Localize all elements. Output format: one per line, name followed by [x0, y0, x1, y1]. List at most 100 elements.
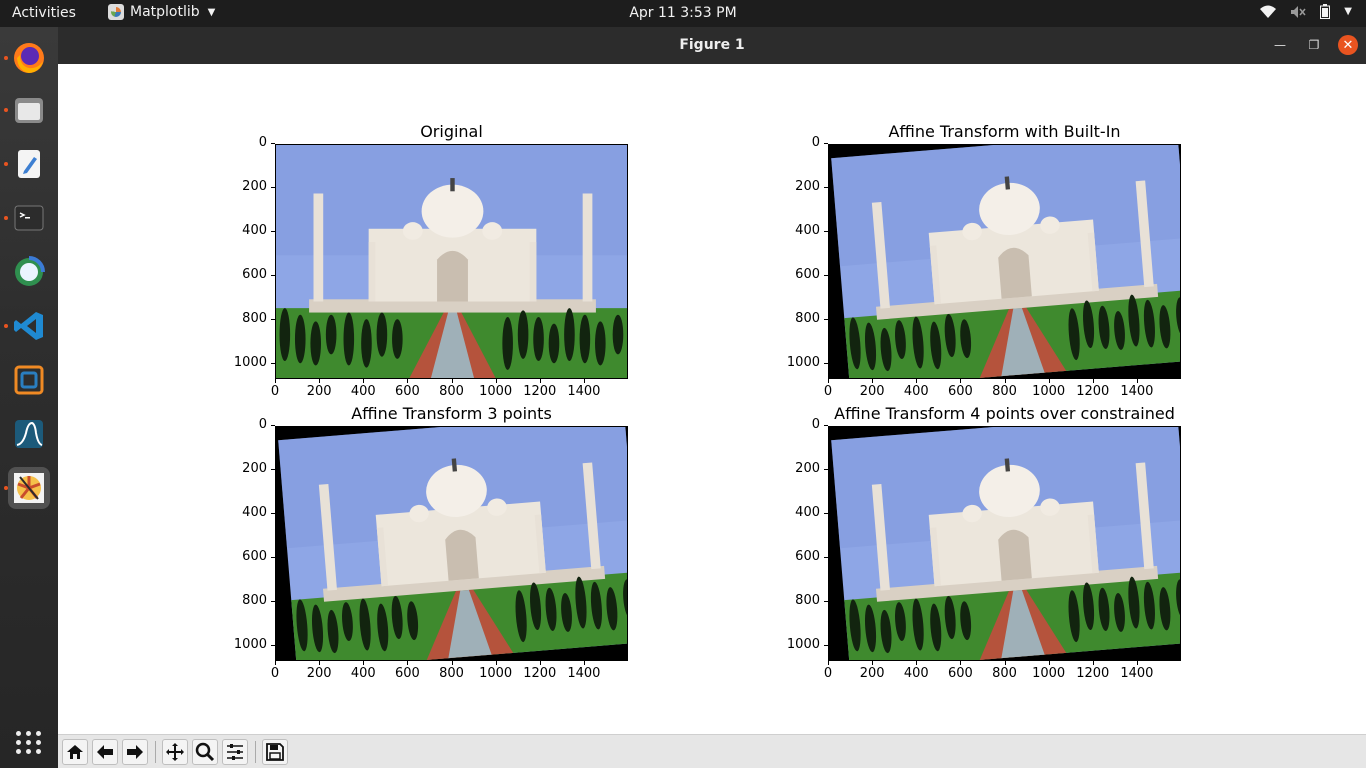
save-button[interactable]: [262, 739, 288, 765]
x-tick-label: 0: [808, 661, 848, 681]
x-tick-label: 200: [852, 379, 892, 399]
x-tick-label: 0: [808, 379, 848, 399]
x-tick-label: 200: [299, 661, 339, 681]
subplot-image-axes[interactable]: [275, 144, 628, 379]
y-tick-label: 200: [780, 179, 828, 194]
figure-canvas[interactable]: Original 0 200 400 600 800 1000 0 200 400 600 800 10…: [58, 64, 1366, 734]
clock[interactable]: Apr 11 3:53 PM: [629, 5, 736, 21]
y-tick-label: 0: [780, 417, 828, 432]
running-indicator: [4, 162, 8, 166]
x-tick-label: 400: [896, 379, 936, 399]
x-tick-label: 400: [343, 661, 383, 681]
y-tick-label: 400: [780, 223, 828, 238]
back-icon: [97, 745, 113, 759]
x-tick-label: 1400: [1117, 661, 1157, 681]
y-tick-label: 600: [780, 549, 828, 564]
y-tick-label: 1000: [227, 355, 275, 370]
y-tick-label: 1000: [780, 355, 828, 370]
matplotlib-app-icon: [108, 4, 124, 20]
running-indicator: [4, 108, 8, 112]
vscode-icon: [14, 312, 43, 340]
dock-item-text-editor[interactable]: [4, 143, 50, 185]
y-tick-label: 400: [227, 505, 275, 520]
x-tick-label: 1400: [1117, 379, 1157, 399]
subplot-image-axes[interactable]: [828, 144, 1181, 379]
x-tick-label: 0: [255, 379, 295, 399]
x-tick-label: 800: [432, 379, 472, 399]
terminal-icon: [14, 205, 44, 231]
activities-button[interactable]: Activities: [12, 5, 76, 21]
dock-item-virtualbox[interactable]: [8, 359, 50, 401]
top-bar: Activities Matplotlib ▼ Apr 11 3:53 PM ▼: [0, 0, 1366, 27]
x-tick-label: 600: [387, 661, 427, 681]
y-tick-label: 0: [227, 417, 275, 432]
subplot-title: Affine Transform with Built-In: [888, 122, 1121, 141]
dock-item-matlab[interactable]: [8, 413, 50, 455]
volume-muted-icon: [1291, 5, 1306, 18]
pan-icon: [166, 743, 184, 761]
pan-button[interactable]: [162, 739, 188, 765]
zoom-icon: [195, 742, 215, 762]
dock-item-files[interactable]: [4, 89, 50, 131]
matlab-icon: [15, 420, 43, 448]
x-tick-label: 1000: [1029, 661, 1069, 681]
subplot-image-axes[interactable]: [275, 426, 628, 661]
app-menu[interactable]: Matplotlib ▼: [108, 4, 215, 20]
minimize-button[interactable]: —: [1270, 35, 1290, 55]
chevron-down-icon: ▼: [207, 6, 216, 18]
configure-subplots-button[interactable]: [222, 739, 248, 765]
x-tick-label: 600: [940, 379, 980, 399]
dock-item-network-app[interactable]: [8, 251, 50, 293]
dock-item-vscode[interactable]: [4, 305, 50, 347]
y-tick-label: 400: [780, 505, 828, 520]
y-tick-label: 1000: [780, 637, 828, 652]
home-button[interactable]: [62, 739, 88, 765]
text-editor-icon: [18, 150, 40, 178]
home-icon: [67, 745, 83, 759]
subplot-image: [829, 145, 1180, 378]
x-tick-label: 1000: [476, 379, 516, 399]
window-title: Figure 1: [679, 37, 745, 53]
subplot-image: [276, 145, 627, 378]
zoom-button[interactable]: [192, 739, 218, 765]
matplotlib-toolbar: [58, 734, 1366, 768]
y-tick-label: 200: [227, 179, 275, 194]
window-titlebar: Figure 1 — ❐ ✕: [58, 27, 1366, 64]
dock: [0, 27, 58, 768]
show-applications-button[interactable]: [14, 727, 44, 757]
virtualbox-icon: [14, 365, 44, 395]
dock-item-firefox[interactable]: [4, 37, 50, 79]
restore-icon: ❐: [1308, 38, 1320, 52]
configure-subplots-icon: [227, 744, 243, 760]
wifi-icon: [1260, 5, 1277, 18]
dock-item-terminal[interactable]: [4, 197, 50, 239]
x-tick-label: 1400: [564, 379, 604, 399]
x-tick-label: 1200: [1073, 661, 1113, 681]
x-tick-label: 400: [896, 661, 936, 681]
forward-button[interactable]: [122, 739, 148, 765]
close-button[interactable]: ✕: [1338, 35, 1358, 55]
y-tick-label: 600: [780, 267, 828, 282]
y-tick-label: 800: [227, 593, 275, 608]
running-indicator: [4, 56, 8, 60]
back-button[interactable]: [92, 739, 118, 765]
x-tick-label: 200: [852, 661, 892, 681]
subplot-image-axes[interactable]: [828, 426, 1181, 661]
y-tick-label: 0: [780, 135, 828, 150]
x-tick-label: 1000: [476, 661, 516, 681]
y-tick-label: 0: [227, 135, 275, 150]
x-tick-label: 1200: [520, 661, 560, 681]
maximize-button[interactable]: ❐: [1304, 35, 1324, 55]
save-icon: [266, 743, 284, 761]
image-app-icon: [14, 473, 44, 503]
x-tick-label: 800: [432, 661, 472, 681]
subplot-title: Affine Transform 3 points: [351, 404, 552, 423]
system-tray[interactable]: ▼: [1260, 4, 1352, 19]
dock-item-image-app[interactable]: [4, 467, 50, 509]
x-tick-label: 800: [985, 379, 1025, 399]
x-tick-label: 1000: [1029, 379, 1069, 399]
minimize-icon: —: [1274, 38, 1286, 52]
y-tick-label: 600: [227, 549, 275, 564]
battery-icon: [1320, 4, 1331, 19]
running-indicator: [4, 324, 8, 328]
